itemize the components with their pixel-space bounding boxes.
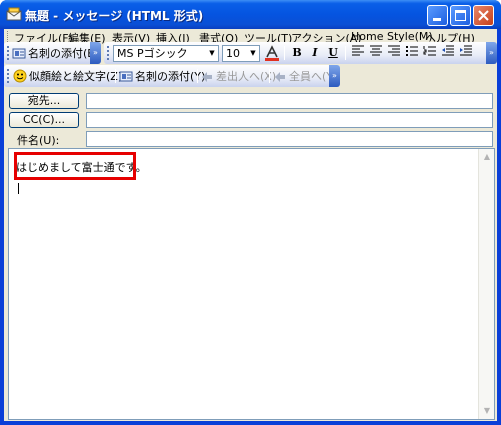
message-body-editor[interactable]: はじめまして富士通です。 ▲ ▼ [8,148,495,420]
window-client-area: ファイル(F) 編集(E) 表示(V) 挿入(I) 書式(O) ツール(T) ア… [4,29,497,421]
chevron-down-icon: ▼ [209,49,215,57]
to-field[interactable] [86,93,493,109]
face-mark-emoji-button[interactable]: 似顔絵と絵文字(Z) [13,68,122,84]
maximize-icon [455,10,466,21]
toolbar-grip[interactable] [107,46,110,60]
scroll-up-arrow-icon[interactable]: ▲ [480,150,494,164]
signature-toolbar: 似顔絵と絵文字(Z) 名刺の添付(Y) 差出人へ(X) 全員へ(Y) » [4,65,340,87]
align-center-icon [370,45,382,56]
toolbar-grip[interactable] [7,46,10,60]
toolbar-separator [269,69,270,83]
decrease-indent-icon [442,45,454,56]
toolbar-options-chevron[interactable]: » [329,65,340,87]
all-members-icon [275,71,285,82]
cc-button[interactable]: CC(C)... [9,112,79,128]
business-card-toolbar: 名刺の添付(B) » [4,42,101,64]
message-window-icon [6,7,22,21]
increase-indent-button[interactable] [458,45,474,61]
toolbar-separator [115,69,116,83]
font-color-icon [265,45,279,61]
all-members-button[interactable]: 全員へ(Y) [273,68,337,84]
align-left-icon [352,45,364,56]
face-mark-emoji-label: 似顔絵と絵文字(Z) [29,70,123,83]
business-card-icon [12,48,26,58]
numbering-button[interactable] [422,45,438,61]
to-button[interactable]: 宛先... [9,93,79,109]
font-name-value: MS Pゴシック [117,47,188,60]
minimize-button[interactable] [427,5,448,26]
attach-business-card-button-2[interactable]: 名刺の添付(Y) [119,68,205,84]
scroll-down-arrow-icon[interactable]: ▼ [480,404,494,418]
insert-sender-button[interactable]: 差出人へ(X) [200,68,276,84]
subject-field[interactable] [86,131,493,147]
font-size-value: 10 [226,47,240,60]
maximize-button[interactable] [450,5,471,26]
font-name-select[interactable]: MS Pゴシック ▼ [113,45,219,62]
formatting-toolbar: MS Pゴシック ▼ 10 ▼ B I U » [104,42,497,64]
toolbar-separator [284,46,285,60]
underline-button[interactable]: U [325,45,341,61]
align-center-button[interactable] [368,45,384,61]
attach-business-card-button[interactable]: 名刺の添付(B) [12,45,99,61]
menu-grip[interactable] [7,31,10,42]
text-caret [18,183,19,194]
align-left-button[interactable] [350,45,366,61]
toolbar-grip[interactable] [7,69,10,83]
attach-business-card-label: 名刺の添付(B) [28,47,100,60]
toolbar-separator [345,46,346,60]
toolbar-options-chevron[interactable]: » [486,42,497,64]
outlook-message-window: 無題 - メッセージ (HTML 形式) ファイル(F) 編集(E) 表示(V)… [0,0,501,425]
chevron-down-icon: ▼ [250,49,256,57]
subject-label: 件名(U): [17,134,60,147]
vertical-scrollbar[interactable]: ▲ ▼ [478,149,494,419]
numbered-list-icon [423,46,436,56]
insert-sender-label: 差出人へ(X) [216,70,277,83]
decrease-indent-button[interactable] [440,45,456,61]
minimize-icon [433,18,441,21]
red-highlight-box [14,152,136,180]
sender-icon [202,71,212,82]
bulleted-list-icon [406,46,418,56]
align-right-icon [388,45,400,56]
business-card-icon [119,71,133,81]
cc-field[interactable] [86,112,493,128]
italic-button[interactable]: I [307,45,323,61]
close-button[interactable] [473,5,494,26]
font-size-select[interactable]: 10 ▼ [222,45,260,62]
bullets-button[interactable] [404,45,420,61]
smiley-icon [13,69,27,83]
title-bar[interactable]: 無題 - メッセージ (HTML 形式) [0,0,501,29]
increase-indent-icon [460,45,472,56]
align-right-button[interactable] [386,45,402,61]
font-color-button[interactable] [264,45,280,61]
window-title: 無題 - メッセージ (HTML 形式) [25,9,204,23]
bold-button[interactable]: B [289,45,305,61]
toolbar-options-chevron[interactable]: » [90,42,101,64]
toolbar-separator [197,69,198,83]
close-icon [478,10,489,21]
attach-business-card-label-2: 名刺の添付(Y) [135,70,206,83]
